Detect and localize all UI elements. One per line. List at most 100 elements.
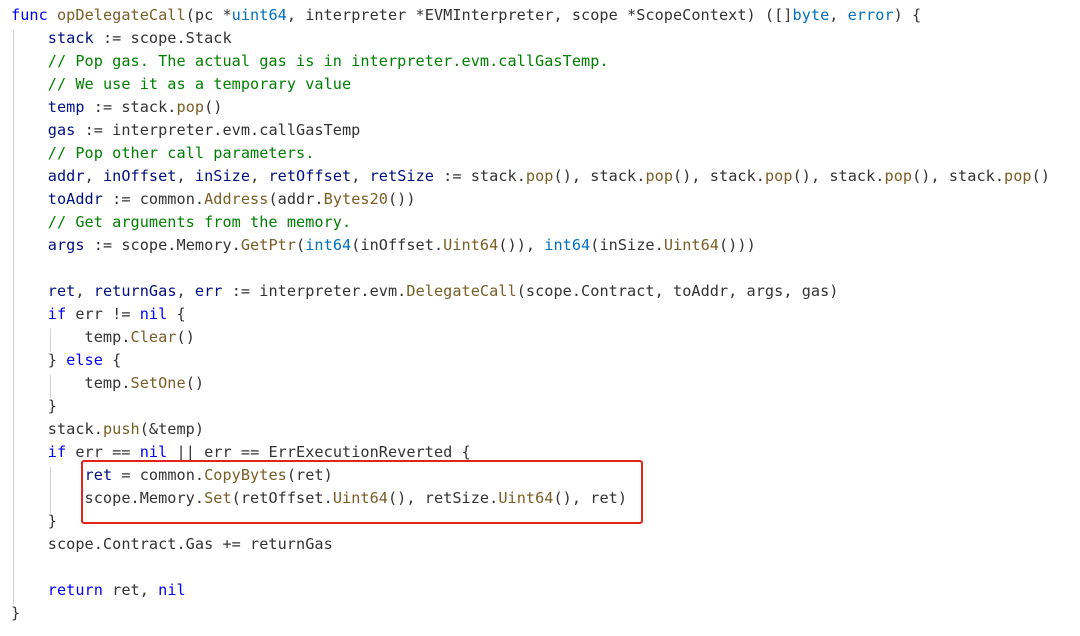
code-token: err ==	[66, 443, 140, 461]
code-line: if err != nil {	[11, 303, 186, 326]
code-line: }	[11, 395, 57, 418]
code-token: ()),	[498, 236, 545, 254]
code-editor[interactable]: func opDelegateCall(pc *uint64, interpre…	[0, 0, 1080, 636]
code-token: pop	[525, 167, 554, 185]
code-token: := stack.	[84, 98, 177, 116]
code-token: Uint64	[663, 236, 719, 254]
code-token: DelegateCall	[406, 282, 517, 300]
code-token: (), stack.	[792, 167, 885, 185]
code-token: := interpreter.evm.	[222, 282, 407, 300]
code-token: (inSize.	[590, 236, 664, 254]
code-token: }	[11, 397, 57, 415]
code-token: (inOffset.	[351, 236, 444, 254]
code-token: ()	[176, 328, 195, 346]
code-token: SetOne	[130, 374, 186, 392]
code-token: inSize	[194, 167, 251, 185]
code-token: else	[66, 351, 103, 369]
code-token: temp.	[11, 328, 131, 346]
code-token: || err == ErrExecutionReverted {	[167, 443, 471, 461]
code-line: addr, inOffset, inSize, retOffset, retSi…	[11, 165, 1050, 188]
code-token: int64	[544, 236, 591, 254]
code-token: // Pop other call parameters.	[47, 144, 315, 162]
code-token: Clear	[130, 328, 177, 346]
code-token: returnGas	[93, 282, 177, 300]
code-token: args	[47, 236, 85, 254]
code-token: ,	[176, 282, 195, 300]
code-token: {	[102, 351, 122, 369]
code-token: err !=	[66, 305, 140, 323]
code-token: retOffset	[268, 167, 352, 185]
code-token: temp.	[11, 374, 131, 392]
code-token: {	[167, 305, 186, 323]
code-token: ) {	[893, 6, 922, 24]
code-token: error	[847, 6, 894, 24]
code-token: func	[11, 6, 48, 24]
code-token: pop	[645, 167, 674, 185]
code-line: }	[11, 602, 20, 625]
code-token: ()	[204, 98, 223, 116]
code-token: push	[102, 420, 140, 438]
code-token: := interpreter.evm.callGasTemp	[75, 121, 361, 139]
code-line: }	[11, 510, 57, 533]
code-token: , interpreter *EVMInterpreter, scope *Sc…	[286, 6, 793, 24]
code-line: func opDelegateCall(pc *uint64, interpre…	[11, 4, 921, 27]
code-token: ,	[75, 282, 94, 300]
code-token: GetPtr	[240, 236, 297, 254]
code-token: Address	[204, 190, 269, 208]
code-token: }	[11, 351, 67, 369]
code-token: scope.Contract.Gas += returnGas	[11, 535, 333, 553]
code-token: // We use it as a temporary value	[47, 75, 352, 93]
code-token: stack.	[11, 420, 103, 438]
code-token: nil	[139, 443, 168, 461]
code-token: gas	[47, 121, 76, 139]
code-line: toAddr := common.Address(addr.Bytes20())	[11, 188, 416, 211]
code-token: addr	[47, 167, 85, 185]
code-token: ())	[387, 190, 416, 208]
code-token: := scope.Stack	[93, 29, 232, 47]
code-token: toAddr	[47, 190, 103, 208]
code-line: temp := stack.pop()	[11, 96, 223, 119]
code-token: inOffset	[102, 167, 177, 185]
code-token: ()	[185, 374, 205, 392]
code-line: gas := interpreter.evm.callGasTemp	[11, 119, 361, 142]
code-token: // Pop gas. The actual gas is in interpr…	[47, 52, 609, 70]
code-token: (), stack.	[912, 167, 1005, 185]
code-token: ,	[829, 6, 848, 24]
code-token: ret	[47, 282, 76, 300]
code-token: (pc *	[185, 6, 232, 24]
code-token: ,	[84, 167, 103, 185]
code-token: ret,	[102, 581, 159, 599]
code-token: ()	[1031, 167, 1051, 185]
code-line: args := scope.Memory.GetPtr(int64(inOffs…	[11, 234, 756, 257]
code-token: int64	[305, 236, 352, 254]
highlight-box	[81, 460, 643, 524]
code-line: stack.push(&temp)	[11, 418, 204, 441]
code-token: }	[11, 512, 57, 530]
code-token: byte	[792, 6, 830, 24]
code-line: temp.Clear()	[11, 326, 195, 349]
code-line: // We use it as a temporary value	[11, 73, 351, 96]
code-token: ()))	[718, 236, 756, 254]
code-token: uint64	[231, 6, 287, 24]
code-token: }	[11, 604, 21, 622]
code-token: if	[47, 443, 67, 461]
code-token: := common.	[102, 190, 205, 208]
code-token: if	[47, 305, 67, 323]
code-line: ret, returnGas, err := interpreter.evm.D…	[11, 280, 839, 303]
code-line: return ret, nil	[11, 579, 186, 602]
code-line: // Get arguments from the memory.	[11, 211, 351, 234]
code-token: (), stack.	[673, 167, 765, 185]
code-token: // Get arguments from the memory.	[47, 213, 352, 231]
code-token: ,	[250, 167, 269, 185]
